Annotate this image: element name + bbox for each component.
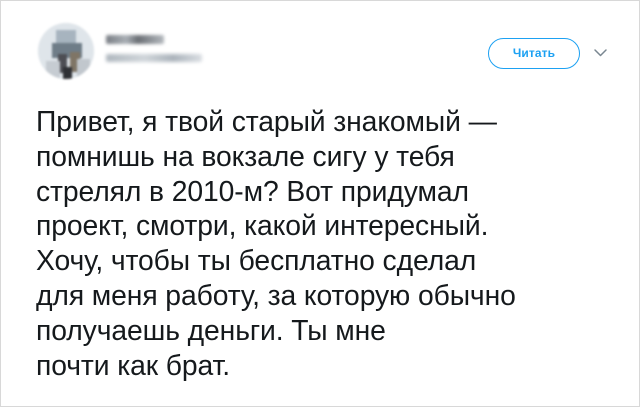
tweet-text: Привет, я твой старый знакомый — помнишь… [36, 105, 516, 381]
author-info[interactable] [106, 31, 216, 71]
follow-button[interactable]: Читать [488, 38, 580, 69]
tweet-header: Читать [38, 23, 621, 81]
tweet-card: Читать Привет, я твой старый знакомый — … [0, 0, 640, 407]
author-name-redacted [106, 35, 164, 44]
chevron-down-icon[interactable] [593, 47, 608, 59]
author-handle-redacted [106, 54, 202, 62]
avatar[interactable] [38, 23, 94, 79]
